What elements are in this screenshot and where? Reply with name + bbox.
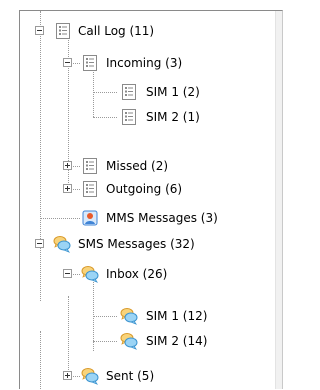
tree-node-label: Call Log (11) [78,24,155,38]
tree-node-sent[interactable]: Sent (5) [20,366,260,386]
tree-node-label: SIM 1 (2) [146,85,200,99]
tree-node-missed[interactable]: Missed (2) [20,156,260,176]
collapse-icon[interactable] [63,269,72,278]
collapse-icon[interactable] [35,26,44,35]
expand-icon[interactable] [63,184,72,193]
expand-icon[interactable] [63,161,72,170]
speech-bubble-icon [81,265,99,283]
message-tree: Call Log (11) Incoming (3) SIM 1 (2) SIM… [20,11,282,389]
tree-node-call-log[interactable]: Call Log (11) [20,21,260,41]
tree-node-label: MMS Messages (3) [106,211,218,225]
expand-icon[interactable] [63,371,72,380]
tree-node-label: SIM 2 (1) [146,110,200,124]
speech-bubble-icon [120,332,138,350]
speech-bubble-icon [53,235,71,253]
tree-node-incoming[interactable]: Incoming (3) [20,53,260,73]
collapse-icon[interactable] [63,58,72,67]
tree-node-incoming-sim-1[interactable]: SIM 1 (2) [20,82,260,102]
collapse-icon[interactable] [35,239,44,248]
document-list-icon [54,22,72,40]
tree-node-inbox[interactable]: Inbox (26) [20,264,260,284]
tree-panel: Call Log (11) Incoming (3) SIM 1 (2) SIM… [19,10,283,389]
tree-node-label: Inbox (26) [106,267,168,281]
document-list-icon [81,157,99,175]
tree-node-label: SIM 2 (14) [146,334,208,348]
tree-node-label: Outgoing (6) [106,182,183,196]
tree-node-label: Missed (2) [106,159,169,173]
document-list-icon [120,108,138,126]
document-list-icon [81,54,99,72]
tree-node-outgoing[interactable]: Outgoing (6) [20,179,260,199]
document-list-icon [81,180,99,198]
vertical-scrollbar[interactable] [275,11,282,389]
speech-bubble-icon [81,367,99,385]
speech-bubble-icon [120,307,138,325]
tree-node-inbox-sim-2[interactable]: SIM 2 (14) [20,331,260,351]
tree-node-label: Incoming (3) [106,56,183,70]
tree-node-incoming-sim-2[interactable]: SIM 2 (1) [20,107,260,127]
tree-node-label: SMS Messages (32) [78,237,195,251]
tree-node-label: Sent (5) [106,369,155,383]
contact-card-icon [81,209,99,227]
tree-node-sms-messages[interactable]: SMS Messages (32) [20,234,260,254]
document-list-icon [120,83,138,101]
tree-node-label: SIM 1 (12) [146,309,208,323]
tree-node-inbox-sim-1[interactable]: SIM 1 (12) [20,306,260,326]
tree-node-mms-messages[interactable]: MMS Messages (3) [20,208,260,228]
